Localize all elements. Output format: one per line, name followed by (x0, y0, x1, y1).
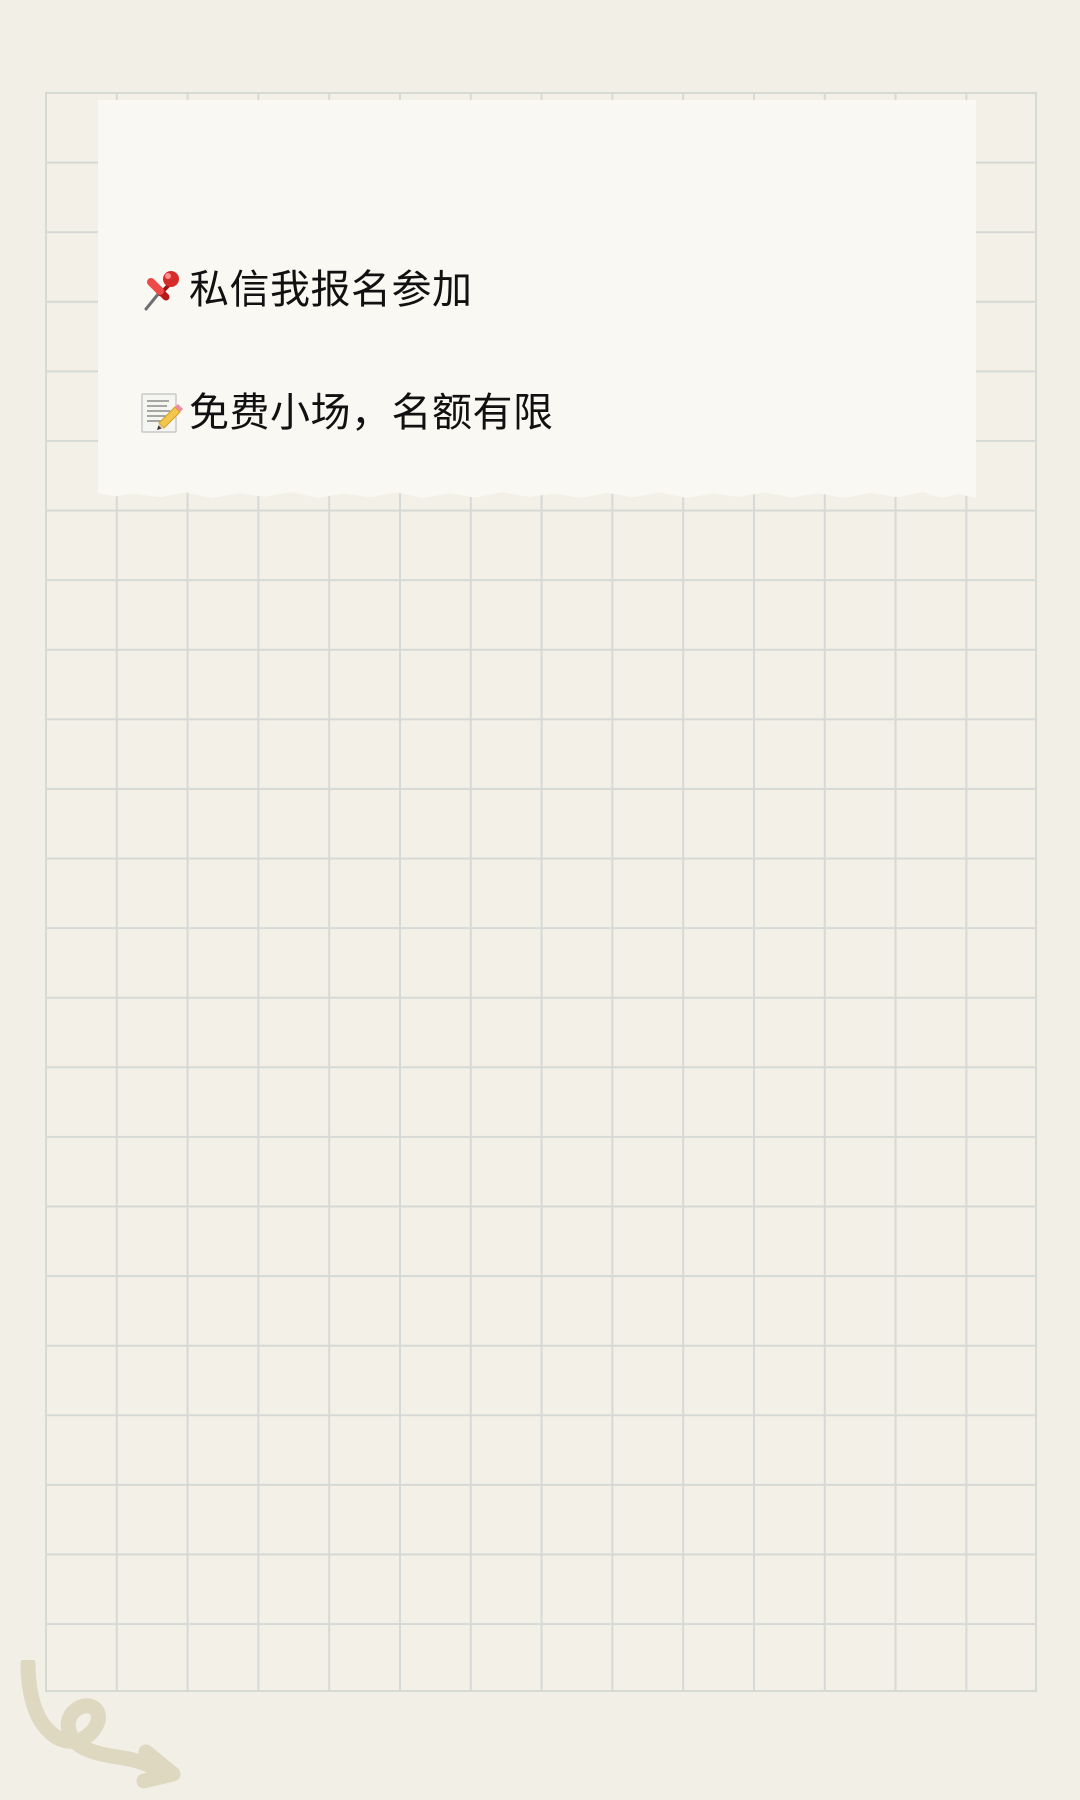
pushpin-icon (137, 266, 185, 314)
note-line-signup: 私信我报名参加 (137, 266, 473, 314)
decorative-arrow-doodle (18, 1656, 188, 1790)
free-session-text: 免费小场，名额有限 (189, 390, 554, 436)
note-line-free-session: 免费小场，名额有限 (137, 389, 554, 437)
memo-icon (137, 389, 185, 437)
signup-text: 私信我报名参加 (189, 267, 473, 313)
